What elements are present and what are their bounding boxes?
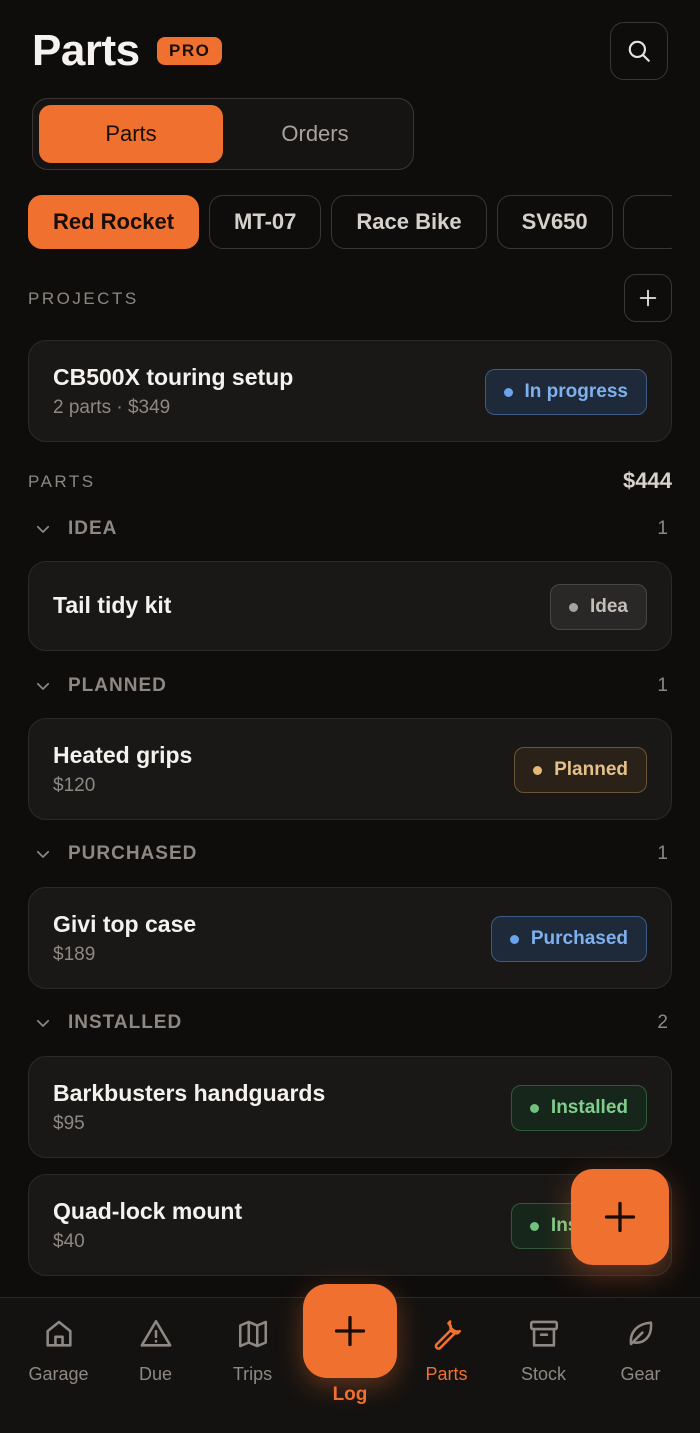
project-subtitle: 2 parts · $349 (53, 397, 171, 418)
group-count: 1 (657, 675, 668, 696)
group-header-installed[interactable]: INSTALLED 2 (34, 1010, 668, 1038)
nav-trips[interactable]: Trips (204, 1316, 301, 1385)
add-part-button[interactable] (571, 1169, 669, 1265)
status-label: In progress (524, 381, 628, 402)
group-name: PLANNED (68, 675, 167, 696)
status-badge: Planned (514, 747, 647, 793)
nav-label: Garage (28, 1364, 89, 1384)
nav-label: Gear (620, 1364, 661, 1384)
page-title: Parts (32, 26, 140, 75)
archive-icon (529, 1320, 558, 1347)
chevron-down-icon (36, 850, 50, 858)
view-switcher: Parts Orders (32, 98, 414, 170)
status-badge: In progress (484, 369, 647, 415)
plus-icon (604, 1201, 636, 1233)
part-title: Quad-lock mount (53, 1198, 243, 1224)
wrench-icon (434, 1320, 461, 1350)
chevron-down-icon (36, 682, 50, 690)
project-card[interactable]: CB500X touring setup 2 parts · $349 In p… (28, 340, 672, 442)
part-title: Heated grips (53, 742, 193, 768)
group-count: 1 (657, 843, 668, 864)
status-label: Planned (554, 759, 628, 780)
vehicle-chip-sv650[interactable]: SV650 (496, 195, 613, 249)
chevron-down-icon (36, 1019, 50, 1027)
part-price: $40 (53, 1231, 85, 1252)
group-header-idea[interactable]: IDEA 1 (34, 516, 668, 544)
vehicle-chip-race-bike[interactable]: Race Bike (331, 195, 487, 249)
vehicle-chip-mt-07[interactable]: MT-07 (209, 195, 322, 249)
parts-total: $444 (623, 468, 672, 493)
part-title: Givi top case (53, 911, 197, 937)
part-title: Barkbusters handguards (53, 1080, 326, 1106)
status-label: Installed (550, 1097, 628, 1118)
vehicle-chip-red-rocket[interactable]: Red Rocket (28, 195, 200, 249)
group-name: INSTALLED (68, 1012, 183, 1033)
search-button[interactable] (610, 22, 668, 80)
status-badge: Idea (549, 584, 647, 630)
home-icon (45, 1320, 72, 1347)
part-price: $189 (53, 944, 96, 965)
status-badge: Purchased (490, 916, 647, 962)
part-card[interactable]: Heated grips $120 Planned (28, 718, 672, 820)
tab-orders[interactable]: Orders (223, 105, 407, 163)
part-title: Tail tidy kit (53, 592, 172, 618)
status-label: Purchased (530, 928, 628, 949)
vehicle-chips: Red Rocket MT-07 Race Bike SV650 (28, 195, 672, 249)
part-price: $120 (53, 775, 96, 796)
nav-gear[interactable]: Gear (592, 1316, 689, 1385)
vehicle-chip-more[interactable] (622, 195, 672, 249)
nav-label: Trips (232, 1364, 273, 1384)
log-button[interactable] (303, 1284, 397, 1378)
bottom-nav: Garage Due Trips Log Parts Stock Gear (0, 1284, 700, 1433)
status-dot (529, 1103, 539, 1113)
status-dot (503, 387, 513, 397)
status-badge: Installed (510, 1085, 647, 1131)
leaf-icon (629, 1321, 652, 1346)
group-name: PURCHASED (68, 843, 198, 864)
nav-label: Stock (520, 1364, 567, 1384)
projects-label: PROJECTS (28, 289, 139, 308)
plus-icon (334, 1315, 366, 1347)
header: Parts PRO (32, 22, 668, 80)
tab-parts[interactable]: Parts (39, 105, 223, 163)
part-card[interactable]: Tail tidy kit Idea (28, 561, 672, 651)
plus-icon (639, 289, 657, 307)
group-count: 2 (657, 1012, 668, 1033)
chevron-down-icon (36, 525, 50, 533)
nav-label: Due (138, 1364, 173, 1384)
group-header-purchased[interactable]: PURCHASED 1 (34, 841, 668, 869)
project-title: CB500X touring setup (53, 364, 294, 390)
group-count: 1 (657, 518, 668, 539)
nav-garage[interactable]: Garage (10, 1316, 107, 1385)
status-dot (533, 765, 543, 775)
part-card[interactable]: Givi top case $189 Purchased (28, 887, 672, 989)
map-icon (238, 1320, 267, 1348)
parts-screen: Parts PRO Parts Orders Red Rocket MT-07 Ra… (0, 0, 700, 1433)
warning-icon (140, 1319, 171, 1347)
status-dot (529, 1221, 539, 1231)
log-label: Log (332, 1384, 368, 1405)
add-project-button[interactable] (624, 274, 672, 322)
status-dot (568, 602, 578, 612)
pro-badge: PRO (157, 37, 223, 65)
status-dot (509, 934, 519, 944)
status-label: Idea (589, 596, 628, 617)
nav-due[interactable]: Due (107, 1316, 204, 1385)
part-card[interactable]: Barkbusters handguards $95 Installed (28, 1056, 672, 1158)
nav-stock[interactable]: Stock (495, 1316, 592, 1385)
group-name: IDEA (68, 518, 118, 539)
nav-label: Parts (425, 1364, 468, 1384)
part-price: $95 (53, 1113, 85, 1134)
group-header-planned[interactable]: PLANNED 1 (34, 673, 668, 701)
parts-label: PARTS (28, 472, 96, 491)
nav-parts[interactable]: Parts (398, 1316, 495, 1385)
search-icon (628, 40, 650, 62)
